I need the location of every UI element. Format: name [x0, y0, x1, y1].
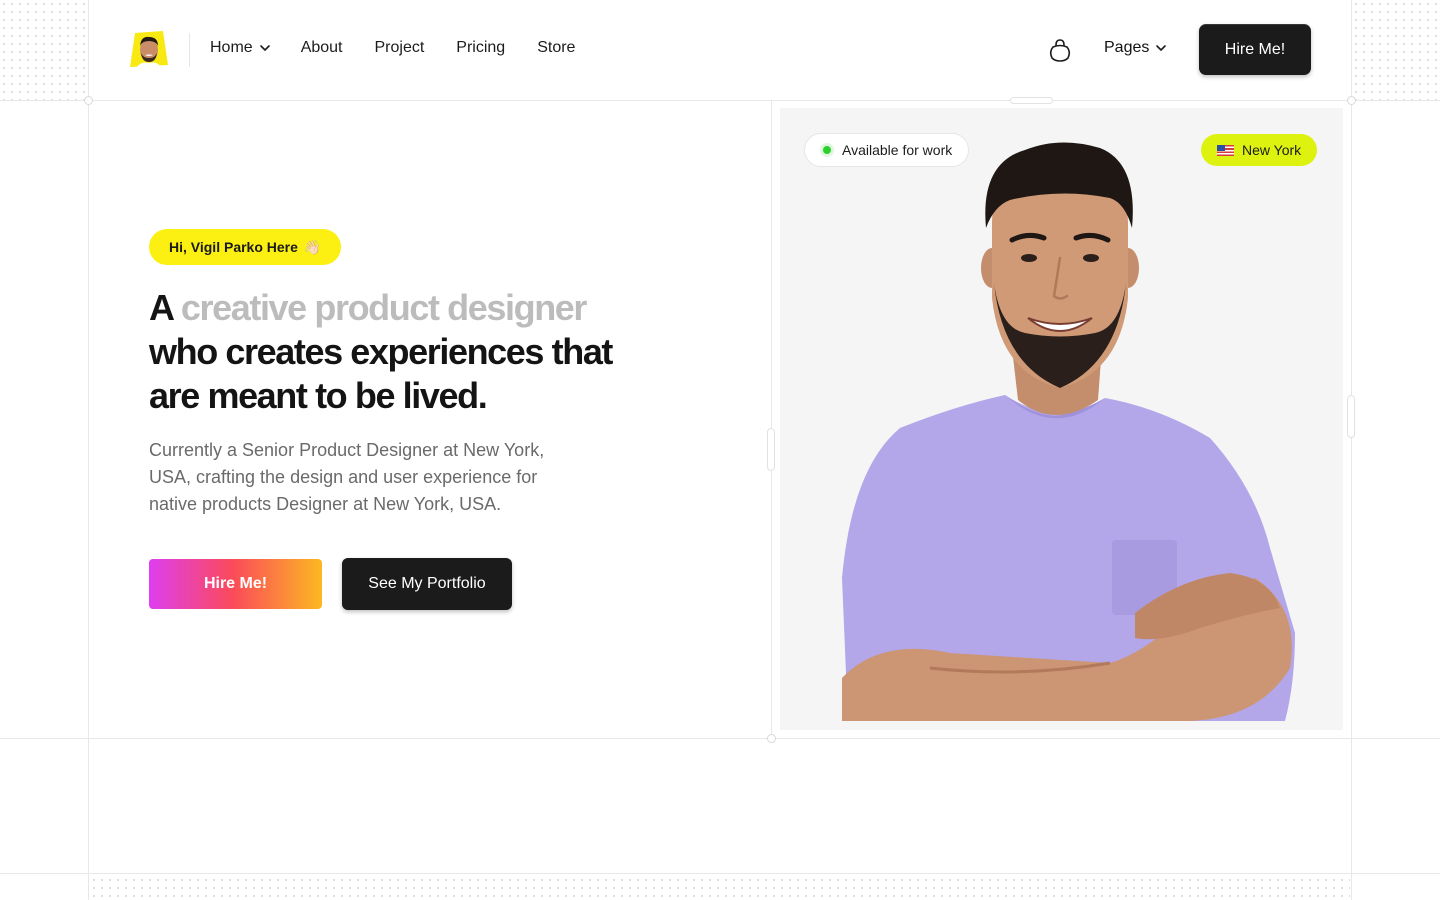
status-dot-icon	[823, 146, 831, 154]
headline-rest: who creates experiences that are meant t…	[149, 331, 613, 416]
nav-item-label: Pages	[1104, 39, 1150, 56]
nav-item-label: Pricing	[456, 39, 506, 56]
us-flag-icon	[1217, 144, 1234, 156]
frame-line-left	[88, 0, 89, 900]
frame-handle	[1347, 395, 1355, 438]
hero-headline: A creative product designer who creates …	[149, 286, 629, 418]
headline-highlight: creative product designer	[180, 287, 588, 328]
nav-item-pages[interactable]: Pages	[1104, 39, 1167, 57]
nav-item-label: About	[300, 39, 343, 56]
nav-item-about[interactable]: About	[301, 39, 343, 57]
frame-line-hero-bottom	[0, 738, 1440, 739]
main-nav: Home About Project Pricing Store	[210, 39, 575, 57]
dot-pattern-bottom	[90, 876, 1350, 900]
portrait-illustration	[842, 142, 1295, 721]
hire-me-button[interactable]: Hire Me!	[149, 559, 322, 609]
site-header: Home About Project Pricing Store Pages H…	[89, 0, 1351, 100]
frame-handle	[767, 428, 775, 471]
hero-description: Currently a Senior Product Designer at N…	[149, 440, 545, 514]
chevron-down-icon	[1156, 45, 1167, 51]
cart-button[interactable]	[1049, 38, 1071, 62]
profile-photo	[780, 108, 1343, 730]
nav-item-pricing[interactable]: Pricing	[456, 39, 505, 57]
availability-text: Available for work	[842, 142, 953, 158]
nav-item-label: Store	[537, 39, 576, 56]
headline-prefix: A	[149, 287, 174, 328]
dot-pattern-top-left	[0, 0, 88, 100]
chevron-down-icon	[259, 45, 270, 51]
shopping-bag-icon	[1049, 39, 1071, 62]
nav-item-label: Home	[210, 39, 253, 56]
frame-line-center	[771, 100, 772, 738]
nav-item-label: Project	[374, 39, 425, 56]
location-badge: New York	[1201, 134, 1318, 166]
location-text: New York	[1242, 142, 1302, 158]
frame-line-right	[1351, 0, 1352, 900]
dot-pattern-top-right	[1352, 0, 1440, 100]
waving-hand-icon: 👋🏻	[303, 238, 322, 255]
availability-badge: Available for work	[804, 133, 970, 167]
nav-divider	[189, 33, 190, 67]
frame-line-header	[0, 100, 1440, 101]
see-portfolio-button[interactable]: See My Portfolio	[342, 558, 512, 610]
hire-me-header-button[interactable]: Hire Me!	[1199, 24, 1311, 75]
nav-item-home[interactable]: Home	[210, 39, 271, 57]
logo-avatar-icon	[130, 31, 168, 67]
logo[interactable]	[129, 30, 169, 68]
greeting-badge: Hi, Vigil Parko Here 👋🏻	[149, 229, 342, 265]
nav-item-project[interactable]: Project	[375, 39, 425, 57]
greeting-text: Hi, Vigil Parko Here	[169, 239, 298, 255]
frame-node	[767, 734, 776, 743]
nav-item-store[interactable]: Store	[537, 39, 575, 57]
frame-line-footer	[0, 873, 1440, 874]
